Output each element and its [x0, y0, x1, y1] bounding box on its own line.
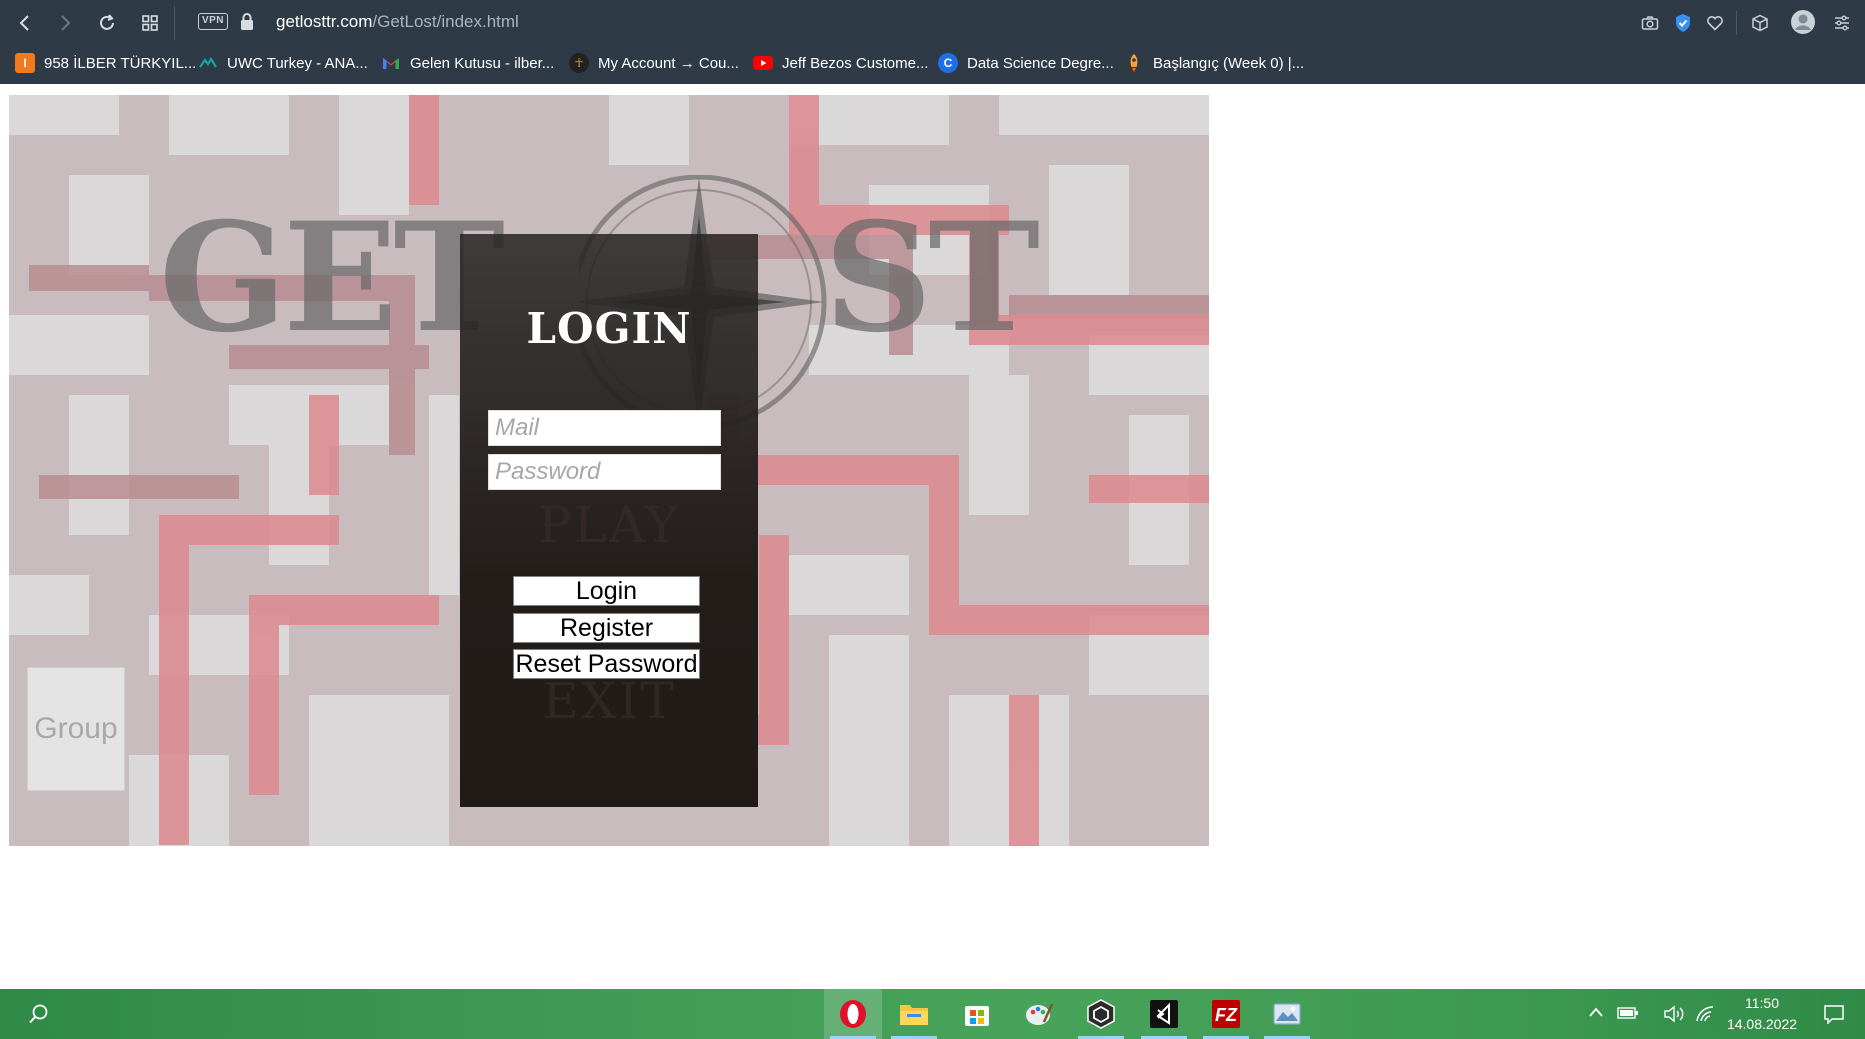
vpn-badge[interactable]: VPN	[198, 13, 228, 30]
svg-text:FZ: FZ	[1215, 1005, 1238, 1025]
tray-group	[1583, 989, 1639, 1039]
bookmark-item[interactable]: Başlangıç (Week 0) |...	[1124, 53, 1304, 73]
register-button[interactable]: Register	[513, 613, 700, 643]
mail-input[interactable]	[488, 410, 721, 446]
url-path: /GetLost/index.html	[372, 12, 519, 31]
photos-icon[interactable]	[1258, 989, 1316, 1039]
microsoft-store-icon[interactable]	[948, 989, 1006, 1039]
camera-icon[interactable]	[1637, 10, 1663, 36]
filezilla-icon[interactable]: FZ	[1197, 989, 1255, 1039]
bookmarks-bar: I 958 İLBER TÜRKYIL... UWC Turkey - ANA.…	[0, 44, 1865, 84]
ghost-play-label: PLAY	[538, 496, 680, 554]
forward-icon[interactable]	[52, 10, 78, 36]
account-favicon-icon: ☥	[569, 53, 589, 73]
game-title-right: ST	[824, 190, 1040, 366]
toolbar-divider-right	[1736, 11, 1737, 35]
bookmark-item[interactable]: ☥ My Account → Cou...	[569, 53, 739, 73]
lock-icon[interactable]	[239, 12, 255, 32]
bookmark-label: 958 İLBER TÜRKYIL...	[44, 54, 197, 72]
group-button[interactable]: Group	[27, 667, 125, 791]
browser-toolbar: VPN getlosttr.com/GetLost/index.html I 9…	[0, 0, 1865, 84]
extensions-cube-icon[interactable]	[1747, 10, 1773, 36]
bookmark-label: Başlangıç (Week 0) |...	[1153, 54, 1305, 72]
wifi-icon[interactable]	[1690, 989, 1720, 1039]
ghost-exit-label: EXIT	[542, 672, 676, 730]
bookmark-label: Jeff Bezos Custome...	[782, 54, 929, 72]
bookmark-item[interactable]: UWC Turkey - ANA...	[198, 53, 368, 73]
clock-date[interactable]: 14.08.2022	[1722, 1016, 1802, 1032]
game-title-left: GET	[159, 190, 505, 366]
bookmark-label: Gelen Kutusu - ilber...	[410, 54, 555, 72]
back-icon[interactable]	[12, 10, 38, 36]
profile-avatar-icon[interactable]	[1788, 7, 1818, 37]
tabs-grid-icon[interactable]	[137, 10, 163, 36]
opera-icon[interactable]	[824, 989, 882, 1039]
chevron-up-icon[interactable]	[1587, 1005, 1605, 1023]
game-canvas[interactable]: GET ST Group LOGIN PLAY Login Register E…	[9, 95, 1209, 846]
visual-studio-icon[interactable]	[1135, 989, 1193, 1039]
reload-icon[interactable]	[94, 10, 120, 36]
windows-taskbar: FZ 11:50 14.08.2022	[0, 989, 1865, 1039]
bookmark-label: My Account → Cou...	[598, 54, 739, 72]
notification-center-icon[interactable]	[1812, 989, 1856, 1039]
battery-icon[interactable]	[1617, 1006, 1639, 1025]
volume-icon[interactable]	[1658, 989, 1690, 1039]
search-icon[interactable]	[10, 989, 68, 1039]
login-panel: LOGIN PLAY Login Register EXIT Reset Pas…	[460, 234, 758, 807]
url-host: getlosttr.com	[276, 12, 373, 31]
bookmark-item[interactable]: Gelen Kutusu - ilber...	[381, 53, 554, 73]
navigation-row: VPN getlosttr.com/GetLost/index.html	[0, 0, 1865, 44]
bookmark-favicon-orange-icon: I	[15, 53, 35, 73]
youtube-icon	[753, 53, 773, 73]
bookmark-label: UWC Turkey - ANA...	[227, 54, 368, 72]
shield-icon[interactable]	[1670, 10, 1696, 36]
heart-icon[interactable]	[1702, 10, 1728, 36]
coursera-icon: C	[938, 53, 958, 73]
bookmark-item[interactable]: C Data Science Degre...	[938, 53, 1114, 73]
bookmark-item[interactable]: I 958 İLBER TÜRKYIL...	[15, 53, 196, 73]
login-title: LOGIN	[526, 304, 692, 353]
address-bar[interactable]: getlosttr.com/GetLost/index.html	[276, 12, 519, 32]
paint-icon[interactable]	[1010, 989, 1068, 1039]
password-input[interactable]	[488, 454, 721, 490]
gmail-icon	[381, 53, 401, 73]
bookmark-label: Data Science Degre...	[967, 54, 1114, 72]
easy-setup-menu-icon[interactable]	[1829, 10, 1855, 36]
toolbar-divider	[174, 6, 175, 40]
unity-icon[interactable]	[1072, 989, 1130, 1039]
reset-password-button[interactable]: Reset Password	[513, 649, 700, 679]
clock-time[interactable]: 11:50	[1722, 995, 1802, 1011]
rocket-favicon-icon	[1124, 53, 1144, 73]
bookmark-item[interactable]: Jeff Bezos Custome...	[753, 53, 928, 73]
file-explorer-icon[interactable]	[885, 989, 943, 1039]
uwc-favicon-icon	[198, 53, 218, 73]
login-button[interactable]: Login	[513, 576, 700, 606]
